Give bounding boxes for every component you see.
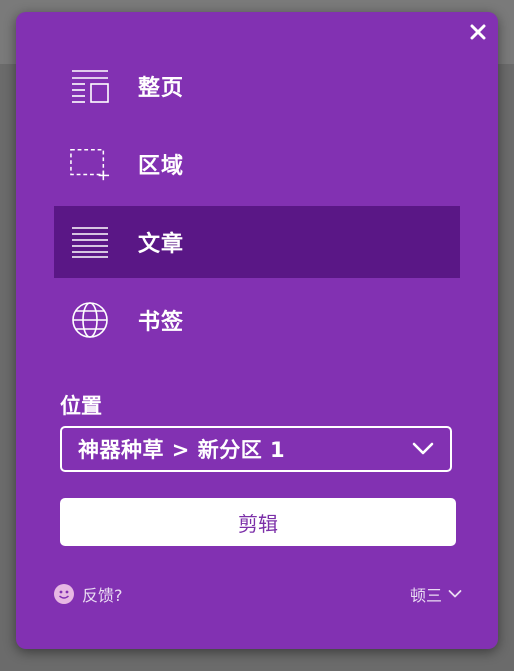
menu-item-label: 整页	[138, 76, 185, 101]
menu-item-bookmark[interactable]: 书签	[54, 284, 460, 356]
account-label: 顿三	[409, 586, 442, 605]
menu-item-label: 书签	[138, 310, 185, 335]
menu-item-article[interactable]: 文章	[54, 206, 460, 278]
smiley-icon	[54, 584, 74, 604]
chevron-down-icon	[412, 442, 434, 455]
close-icon	[470, 24, 486, 40]
menu-item-label: 区域	[138, 154, 185, 179]
account-menu[interactable]: 顿三	[410, 582, 462, 606]
region-select-icon	[70, 144, 110, 184]
close-button[interactable]	[466, 20, 490, 44]
full-page-icon	[70, 66, 110, 106]
feedback-link[interactable]: 反馈?	[54, 582, 123, 606]
clip-mode-menu: 整页 区域 文章 书签	[54, 50, 460, 362]
menu-item-region[interactable]: 区域	[54, 128, 460, 200]
location-label: 位置	[60, 394, 102, 418]
location-select[interactable]: 神器种草 > 新分区 1	[60, 426, 452, 472]
article-icon	[70, 222, 110, 262]
feedback-label: 反馈?	[82, 586, 123, 605]
clip-button[interactable]: 剪辑	[60, 498, 456, 546]
chevron-down-icon	[448, 590, 462, 598]
clipper-panel: 整页 区域 文章 书签 位置 神器种草 > 新分区 1 剪辑 反馈? 顿三	[16, 12, 498, 649]
location-value: 神器种草 > 新分区 1	[78, 438, 286, 462]
menu-item-label: 文章	[138, 232, 185, 257]
menu-item-full-page[interactable]: 整页	[54, 50, 460, 122]
bookmark-globe-icon	[70, 300, 110, 340]
